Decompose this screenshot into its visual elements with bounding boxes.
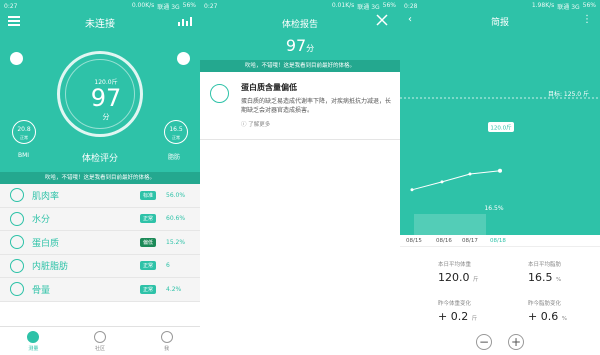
report-title: 体检报告 <box>281 20 318 30</box>
card-text: 蛋白质的缺乏易造成代谢率下降，对疾病抵抗力减退，长期缺乏会对器官造成损害。 <box>241 98 392 114</box>
main-screen: 0:27 0.00K/s 联通 3G 56% 未连接 120.0斤 97 分 20.… <box>0 0 200 355</box>
status-bar: 0:27 0.01K/s 联通 3G 56% <box>204 1 396 11</box>
tick-label: 08/17 <box>462 238 478 244</box>
status-badge: 正常 <box>140 214 157 224</box>
more-icon[interactable]: ⋮ <box>582 14 592 25</box>
zoom-in-button[interactable]: + <box>508 334 524 350</box>
card-title: 蛋白质含量偏低 <box>241 83 297 92</box>
status-badge: 正常 <box>140 284 157 294</box>
notice-bar: 吹哈，不错哦！这是我看到目前最好的体格。 <box>0 172 200 184</box>
stat-item: 昨今体重变化 + 0.2 斤 <box>438 301 478 323</box>
summary-header: 0:28 1.98K/s 联通 3G 56% ‹ 简报 ⋮ 目标: 125.0 斤 … <box>400 0 600 240</box>
target-label: 目标: 125.0 斤 <box>548 90 589 98</box>
tick-label: 08/15 <box>406 238 422 244</box>
status-badge: 标准 <box>140 190 157 200</box>
eval-label: 体检评分 <box>81 154 118 164</box>
bone-icon <box>10 282 24 297</box>
list-item[interactable]: 内脏脂肪 正常 6 <box>0 255 200 278</box>
share-icon[interactable] <box>10 52 23 65</box>
stat-item: 昨今脂肪变化 + 0.6 % <box>528 301 567 323</box>
date-axis: 08/15 08/16 08/17 08/18 <box>400 235 600 247</box>
weight-point <box>410 188 414 192</box>
status-time: 0:27 <box>4 2 18 10</box>
close-icon[interactable] <box>376 14 388 26</box>
weight-series-line <box>411 170 501 191</box>
muscle-icon <box>10 188 24 203</box>
fat-circle[interactable]: 16.5 正常 <box>164 120 188 144</box>
visceral-fat-icon <box>10 258 24 273</box>
user-icon <box>160 330 173 343</box>
scale-icon <box>27 330 40 343</box>
tick-label: 08/16 <box>436 238 452 244</box>
water-icon <box>10 211 24 226</box>
metrics-list: 肌肉率 标准 56.0% 水分 正常 60.6% 蛋白质 偏低 15.2% 内脏… <box>0 184 200 302</box>
protein-icon <box>210 84 229 103</box>
stat-item: 本日平均脂肪 16.5 % <box>528 262 562 284</box>
list-item[interactable]: 肌肉率 标准 56.0% <box>0 184 200 208</box>
zoom-out-button[interactable]: − <box>476 334 492 350</box>
weight-point <box>468 172 472 176</box>
page-title: 未连接 <box>85 19 115 30</box>
status-bar: 0:28 1.98K/s 联通 3G 56% <box>404 1 596 11</box>
status-network: 联通 3G <box>157 3 180 11</box>
summary-title: 简报 <box>490 18 509 28</box>
status-badge: 正常 <box>140 261 157 271</box>
report-screen: 0:27 0.01K/s 联通 3G 56% 体检报告 97分 吹哈，不错哦！这是我… <box>200 0 400 355</box>
protein-icon <box>10 235 24 250</box>
notice-bar: 吹哈，不错哦！这是我看到目前最好的体格。 <box>200 60 400 72</box>
weight-chart: 目标: 125.0 斤 120.0斤 16.5% <box>400 90 600 236</box>
learn-more-link[interactable]: ⓘ 了解更多 <box>241 120 270 128</box>
weight-bubble-label: 120.0斤 <box>490 124 512 132</box>
weight-point <box>498 168 502 173</box>
bmi-circle[interactable]: 20.8 正常 <box>12 120 36 144</box>
score-ring: 120.0斤 97 分 <box>57 51 143 137</box>
bottom-tab-bar: 测量 社区 我 <box>0 326 200 355</box>
refresh-icon[interactable] <box>177 52 190 65</box>
chat-icon <box>94 330 106 343</box>
list-item[interactable]: 蛋白质 偏低 15.2% <box>0 231 200 255</box>
list-item[interactable]: 水分 正常 60.6% <box>0 208 200 231</box>
status-battery: 56% <box>182 1 196 9</box>
tab-community[interactable]: 社区 <box>67 327 134 355</box>
report-score: 97分 <box>285 36 315 55</box>
report-body: 蛋白质含量偏低 蛋白质的缺乏易造成代谢率下降，对疾病抵抗力减退，长期缺乏会对器官… <box>200 72 400 355</box>
weight-point <box>440 180 444 184</box>
status-bar: 0:27 0.00K/s 联通 3G 56% <box>0 0 200 12</box>
list-item[interactable]: 骨量 正常 4.2% <box>0 278 200 302</box>
status-badge: 偏低 <box>140 237 157 247</box>
score-value: 97 <box>90 84 122 112</box>
stat-item: 本日平均体重 120.0 斤 <box>438 262 479 284</box>
tab-me[interactable]: 我 <box>133 327 200 355</box>
stats-panel: 本日平均体重 120.0 斤 本日平均脂肪 16.5 % 昨今体重变化 + 0.… <box>400 247 600 355</box>
fat-area <box>414 214 486 236</box>
status-speed: 0.00K/s <box>131 1 155 9</box>
fat-pct-label: 16.5% <box>484 205 503 212</box>
score-unit: 分 <box>102 113 110 121</box>
main-header: 0:27 0.00K/s 联通 3G 56% 未连接 120.0斤 97 分 20.… <box>0 0 200 184</box>
bar-chart-icon[interactable] <box>178 16 192 26</box>
summary-screen: 0:28 1.98K/s 联通 3G 56% ‹ 简报 ⋮ 目标: 125.0 斤 … <box>400 0 600 355</box>
tick-label: 08/18 <box>490 238 506 244</box>
report-header: 0:27 0.01K/s 联通 3G 56% 体检报告 97分 吹哈，不错哦！这是我… <box>200 0 400 72</box>
tab-measure[interactable]: 测量 <box>0 327 67 355</box>
